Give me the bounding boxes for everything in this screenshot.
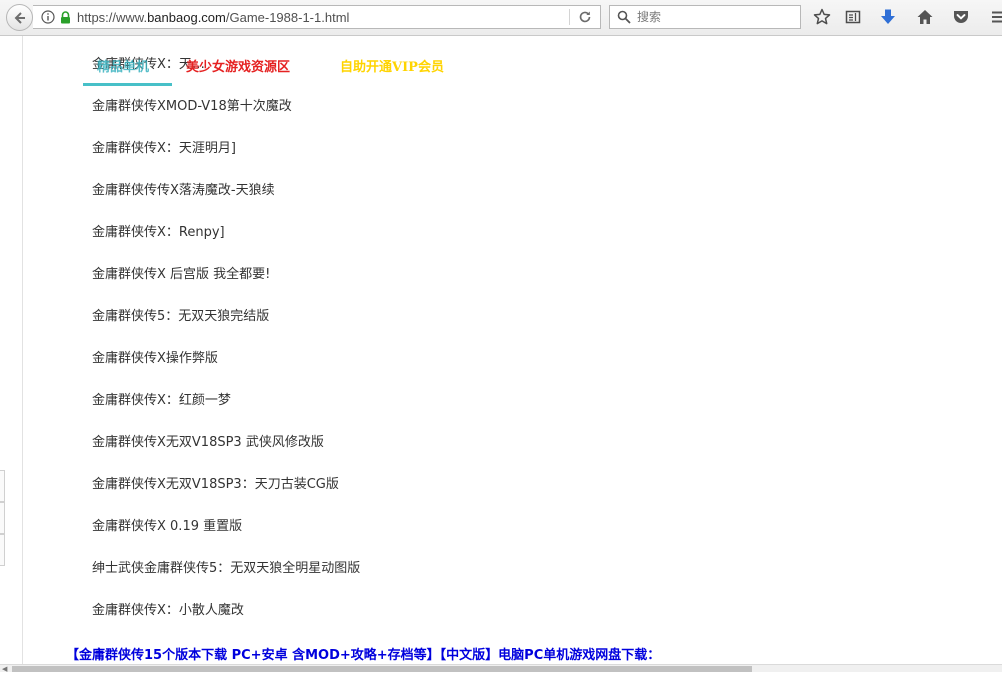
side-tab[interactable]: [0, 470, 5, 502]
list-item[interactable]: 金庸群侠传X 0.19 重置版: [92, 515, 242, 534]
lock-icon[interactable]: [59, 10, 71, 24]
download-arrow-icon: [881, 9, 895, 24]
list-item[interactable]: 金庸群侠传X无双V18SP3：天刀古装CG版: [92, 473, 339, 492]
horizontal-scrollbar[interactable]: ◀: [0, 664, 1002, 673]
url-text[interactable]: https://www.banbaog.com/Game-1988-1-1.ht…: [77, 10, 569, 25]
url-bar[interactable]: https://www.banbaog.com/Game-1988-1-1.ht…: [33, 5, 601, 29]
bookmark-button[interactable]: [810, 6, 834, 28]
menu-button[interactable]: [986, 6, 1002, 28]
list-item[interactable]: 金庸群侠传X：Renpy]: [92, 221, 225, 240]
nav-tab-label: 精品单机: [97, 60, 150, 75]
back-arrow-icon: [14, 11, 25, 24]
list-item[interactable]: 金庸群侠传X：小散人魔改: [92, 599, 244, 618]
page-content: 金庸群侠传X：天… 金庸群侠传XMOD-V18第十次魔改 金庸群侠传X：天涯明月] 金…: [0, 36, 1002, 664]
url-host: banbaog.com: [147, 9, 226, 25]
hamburger-menu-icon: [992, 11, 1002, 23]
nav-link-girl-games[interactable]: 美少女游戏资源区: [186, 56, 290, 75]
list-item[interactable]: 金庸群侠传X操作弊版: [92, 347, 218, 366]
search-input[interactable]: [635, 9, 789, 25]
home-icon: [917, 10, 933, 24]
list-item[interactable]: 金庸群侠传XMOD-V18第十次魔改: [92, 95, 292, 114]
scroll-thumb[interactable]: [12, 666, 752, 672]
list-item[interactable]: 金庸群侠传传X落涛魔改-天狼续: [92, 179, 275, 198]
list-item[interactable]: 金庸群侠传X无双V18SP3 武侠风修改版: [92, 431, 324, 450]
downloads-button[interactable]: [876, 6, 900, 28]
url-prefix: https://www.: [77, 9, 148, 25]
floating-nav: 精品单机 美少女游戏资源区 自助开通VIP会员: [0, 36, 600, 88]
list-item[interactable]: 金庸群侠传X 后宫版 我全都要!: [92, 263, 270, 282]
side-tab[interactable]: [0, 502, 5, 534]
nav-tab-active[interactable]: 精品单机: [83, 52, 172, 86]
reading-list-button[interactable]: [841, 6, 865, 28]
info-icon[interactable]: [41, 10, 55, 24]
back-button[interactable]: [6, 4, 33, 31]
list-item[interactable]: 金庸群侠传5：无双天狼完结版: [92, 305, 269, 324]
pocket-icon: [954, 11, 968, 23]
list-item[interactable]: 绅士武侠金庸群侠传5：无双天狼全明星动图版: [92, 557, 360, 576]
side-tab[interactable]: [0, 534, 5, 566]
browser-toolbar: https://www.banbaog.com/Game-1988-1-1.ht…: [0, 0, 1002, 36]
reading-list-icon: [845, 10, 861, 24]
star-icon: [813, 8, 831, 25]
nav-tab-underline: [83, 83, 172, 86]
url-path: /Game-1988-1-1.html: [225, 9, 350, 25]
home-button[interactable]: [913, 6, 937, 28]
list-item[interactable]: 金庸群侠传X：红颜一梦: [92, 389, 231, 408]
list-item[interactable]: 金庸群侠传X：天涯明月]: [92, 137, 236, 156]
search-bar[interactable]: [609, 5, 801, 29]
reload-icon: [579, 11, 591, 23]
pocket-button[interactable]: [949, 6, 973, 28]
download-link[interactable]: 【金庸群侠传15个版本下载 PC+安卓 含MOD+攻略+存档等】【中文版】电脑P…: [66, 644, 660, 663]
reload-button[interactable]: [570, 6, 600, 28]
search-icon[interactable]: [616, 9, 632, 25]
left-rail-divider: [22, 36, 23, 664]
nav-link-vip[interactable]: 自助开通VIP会员: [340, 56, 444, 75]
